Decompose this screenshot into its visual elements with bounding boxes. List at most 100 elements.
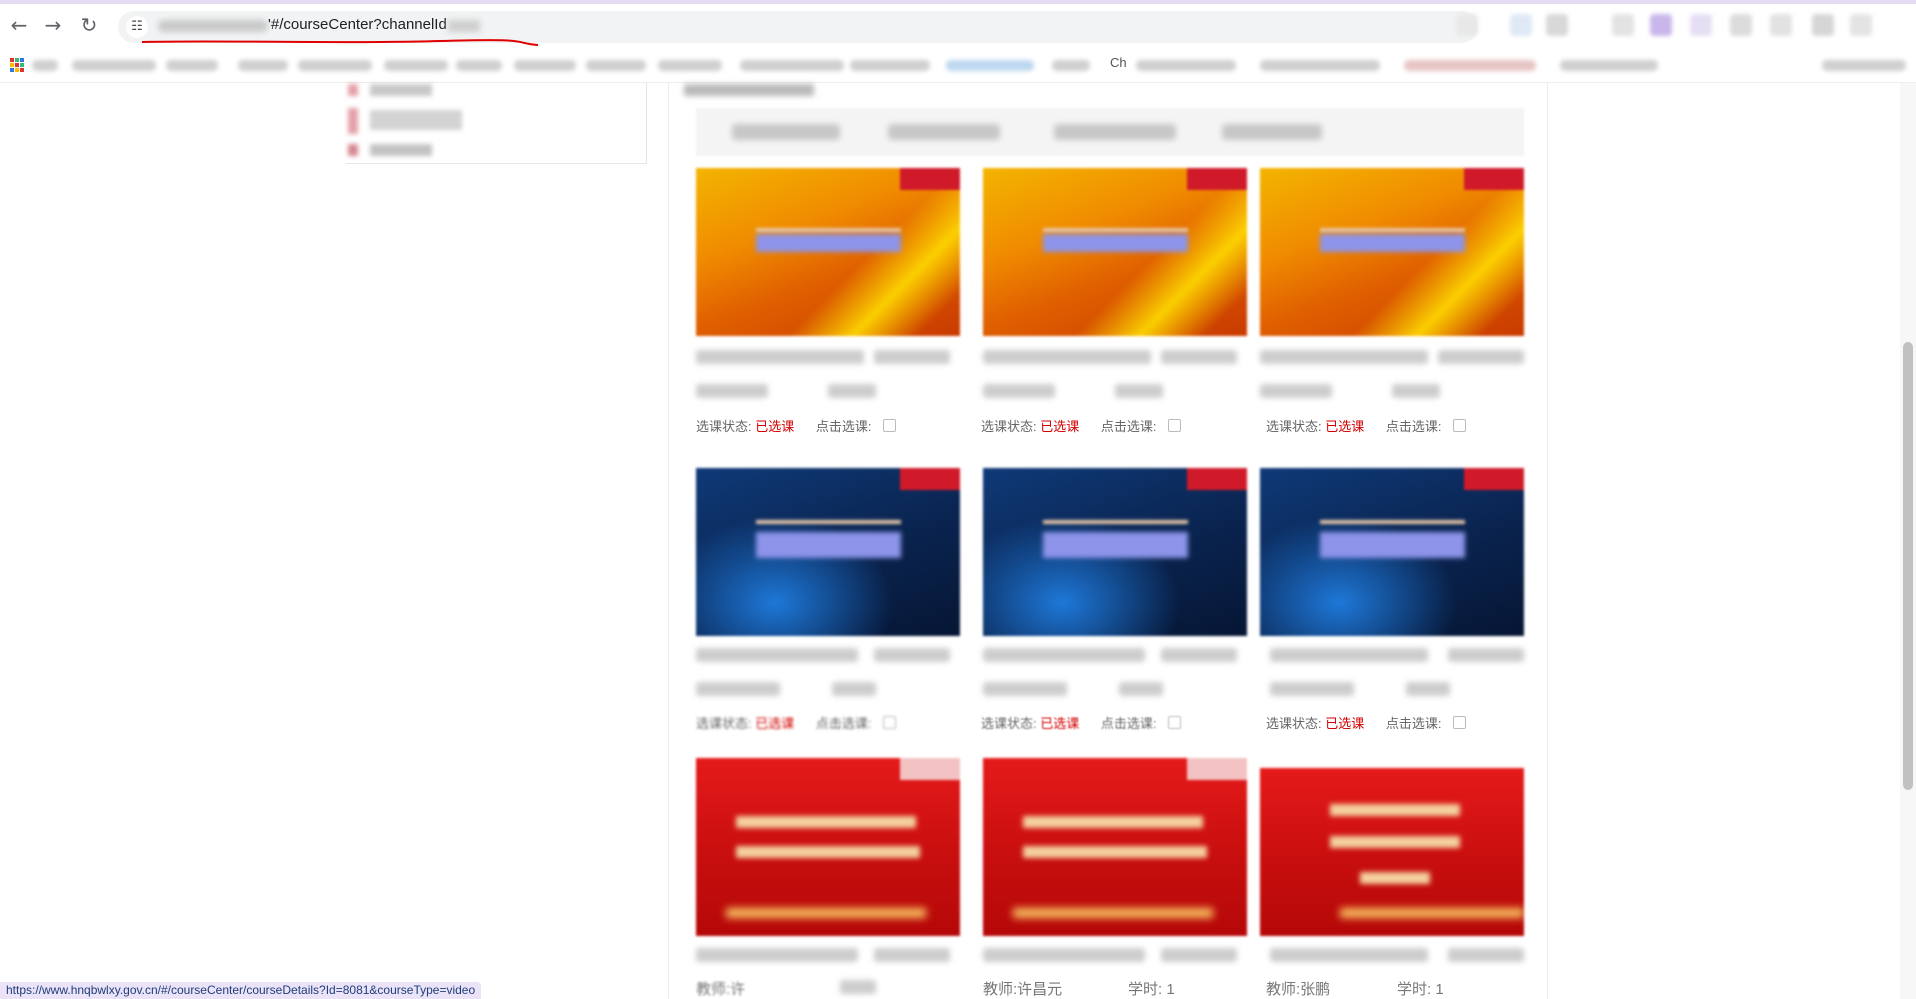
apps-grid-icon[interactable]	[10, 58, 24, 72]
extension-icon[interactable]	[1510, 14, 1532, 36]
category-bullet	[348, 108, 358, 134]
bookmark-item[interactable]	[32, 60, 58, 71]
course-title-redacted[interactable]	[1270, 948, 1428, 962]
bookmark-item[interactable]	[1560, 60, 1658, 71]
extension-icon[interactable]	[1612, 14, 1634, 36]
course-title-redacted[interactable]	[874, 350, 950, 364]
course-status-row: 选课状态: 已选课 点击选课:	[1266, 416, 1467, 435]
course-card[interactable]	[696, 468, 960, 636]
bookmark-item[interactable]	[384, 60, 448, 71]
course-title-redacted[interactable]	[696, 350, 864, 364]
course-title-redacted[interactable]	[1161, 648, 1237, 662]
hours-redacted	[1392, 384, 1440, 398]
course-title-redacted[interactable]	[983, 648, 1145, 662]
back-arrow-icon[interactable]: ←	[6, 12, 32, 38]
status-selected: 已选课	[755, 419, 795, 434]
course-thumbnail[interactable]	[696, 758, 960, 936]
course-thumbnail[interactable]	[983, 758, 1247, 936]
bookmark-item[interactable]	[72, 60, 156, 71]
select-checkbox[interactable]	[1168, 419, 1182, 432]
extension-icon[interactable]	[1690, 14, 1712, 36]
course-card[interactable]	[1260, 168, 1524, 336]
status-label: 选课状态:	[1266, 716, 1322, 731]
bookmark-item[interactable]	[298, 60, 372, 71]
category-bullet	[348, 84, 358, 96]
bookmark-item-label[interactable]: Ch	[1110, 55, 1127, 70]
course-title-redacted[interactable]	[874, 948, 950, 962]
filter-tab[interactable]	[732, 124, 840, 140]
course-title-redacted[interactable]	[1438, 350, 1524, 364]
category-item[interactable]	[370, 84, 432, 96]
course-status-row: 选课状态: 已选课 点击选课:	[981, 416, 1182, 435]
course-title-redacted[interactable]	[1448, 648, 1524, 662]
filter-tab[interactable]	[1054, 124, 1176, 140]
url-text[interactable]: '#/courseCenter?channelId	[268, 16, 447, 33]
reload-icon[interactable]: ↻	[76, 12, 102, 38]
course-thumbnail[interactable]	[983, 468, 1247, 636]
bookmark-item[interactable]	[456, 60, 502, 71]
bookmark-item[interactable]	[166, 60, 218, 71]
scrollbar-thumb[interactable]	[1903, 342, 1913, 790]
course-card[interactable]	[1260, 768, 1524, 936]
course-title-redacted[interactable]	[696, 948, 858, 962]
extension-icon[interactable]	[1546, 14, 1568, 36]
status-selected: 已选课	[1325, 419, 1365, 434]
category-item[interactable]	[370, 144, 432, 156]
course-title-redacted[interactable]	[696, 648, 858, 662]
bookmark-item[interactable]	[1260, 60, 1380, 71]
course-title-redacted[interactable]	[1161, 948, 1237, 962]
extension-icon[interactable]	[1650, 14, 1672, 36]
select-label: 点击选课:	[1100, 716, 1157, 731]
course-title-redacted[interactable]	[1161, 350, 1237, 364]
course-thumbnail[interactable]	[696, 468, 960, 636]
course-thumbnail[interactable]	[1260, 168, 1524, 336]
select-checkbox[interactable]	[883, 419, 897, 432]
teacher-redacted	[983, 384, 1055, 398]
course-title-redacted[interactable]	[983, 948, 1145, 962]
bookmark-item[interactable]	[946, 60, 1034, 71]
bookmark-item[interactable]	[514, 60, 576, 71]
select-checkbox[interactable]	[1168, 716, 1182, 729]
status-label: 选课状态:	[981, 419, 1037, 434]
course-title-redacted[interactable]	[983, 350, 1151, 364]
course-card[interactable]	[696, 168, 960, 336]
bookmark-item[interactable]	[658, 60, 722, 71]
course-thumbnail[interactable]	[1260, 468, 1524, 636]
filter-tab[interactable]	[1222, 124, 1322, 140]
teacher-name: 教师:许	[696, 981, 746, 998]
extension-icon[interactable]	[1730, 14, 1752, 36]
bookmark-item[interactable]	[586, 60, 646, 71]
select-checkbox[interactable]	[883, 716, 897, 729]
bookmark-item[interactable]	[1136, 60, 1236, 71]
bookmark-item[interactable]	[850, 60, 930, 71]
teacher-redacted	[1270, 682, 1354, 696]
course-card[interactable]	[1260, 468, 1524, 636]
course-title-redacted[interactable]	[1270, 648, 1428, 662]
select-checkbox[interactable]	[1453, 716, 1467, 729]
course-title-redacted[interactable]	[874, 648, 950, 662]
course-card[interactable]	[983, 758, 1247, 936]
category-item[interactable]	[370, 110, 462, 130]
course-card[interactable]	[983, 168, 1247, 336]
bookmark-item[interactable]	[740, 60, 844, 71]
extension-icon[interactable]	[1770, 14, 1792, 36]
select-checkbox[interactable]	[1453, 419, 1467, 432]
section-title-redacted	[684, 84, 814, 96]
bookmark-item[interactable]	[238, 60, 288, 71]
extension-icon[interactable]	[1812, 14, 1834, 36]
course-card[interactable]	[696, 758, 960, 936]
course-card[interactable]	[983, 468, 1247, 636]
tune-icon[interactable]: ☷	[126, 16, 148, 38]
bookmark-item[interactable]	[1822, 60, 1906, 71]
course-title-redacted[interactable]	[1260, 350, 1428, 364]
extension-icon[interactable]	[1850, 14, 1872, 36]
course-thumbnail[interactable]	[983, 168, 1247, 336]
course-thumbnail[interactable]	[696, 168, 960, 336]
bookmark-item[interactable]	[1052, 60, 1090, 71]
forward-arrow-icon[interactable]: →	[40, 12, 66, 38]
bookmark-item[interactable]	[1404, 60, 1536, 71]
course-title-redacted[interactable]	[1448, 948, 1524, 962]
extension-icon[interactable]	[1456, 14, 1478, 36]
filter-tab[interactable]	[888, 124, 1000, 140]
course-thumbnail[interactable]	[1260, 768, 1524, 936]
